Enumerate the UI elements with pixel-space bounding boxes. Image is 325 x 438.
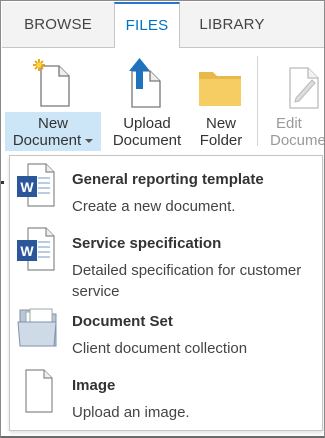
menu-item-general-reporting-template[interactable]: W General reporting template Create a ne… [10,156,324,216]
edit-document-button[interactable]: Edit Docume [266,52,325,153]
upload-document-label-1: Upload [123,115,171,132]
new-document-label-1: New [37,115,68,132]
menu-item-title: Service specification [72,235,222,252]
ribbon-toolbar: New Document Upload Document New Folder [2,48,324,158]
upload-document-button[interactable]: Upload Document [106,52,188,153]
menu-item-title: Document Set [72,313,173,330]
menu-item-service-specification[interactable]: W Service specification Detailed specifi… [10,220,324,300]
menu-item-description: Upload an image. [72,404,190,421]
svg-text:W: W [20,243,34,259]
menu-item-title: Image [72,377,116,394]
menu-item-image[interactable]: Image Upload an image. [10,362,324,422]
new-folder-label-1: New [205,115,236,132]
new-document-label-2: Document [5,132,101,149]
upload-document-icon [129,58,161,108]
screenshot-frame: BROWSE FILES LIBRARY New Document Upload… [0,0,325,438]
menu-item-description: Create a new document. [72,198,236,215]
folder-icon [199,72,241,106]
new-folder-button[interactable]: New Folder [192,52,250,153]
new-document-button[interactable]: New Document [5,52,101,153]
ribbon-separator [257,56,258,146]
svg-text:W: W [20,179,34,195]
edit-document-label-2: Docume [270,132,325,149]
tab-files[interactable]: FILES [114,2,180,49]
new-document-icon [33,59,70,107]
blank-page-icon [25,369,53,413]
word-doc-icon: W [17,163,55,207]
page-edge-mark [1,181,4,184]
menu-item-description: Client document collection [72,340,248,357]
menu-item-title: General reporting template [72,171,264,188]
edit-document-icon [289,67,319,109]
new-document-dropdown: W General reporting template Create a ne… [9,155,323,431]
word-doc-icon: W [17,227,55,271]
chevron-down-icon [85,139,94,143]
edit-document-label-1: Edit [276,115,302,132]
document-set-icon [17,308,57,347]
menu-item-description: Detailed specification for customer serv… [72,262,302,300]
new-folder-label-2: Folder [199,132,243,149]
tab-browse[interactable]: BROWSE [2,2,114,48]
ribbon-tab-bar: BROWSE FILES LIBRARY [2,2,324,49]
menu-item-document-set[interactable]: Document Set Client document collection [10,298,324,358]
upload-document-label-2: Document [112,132,182,149]
tab-library[interactable]: LIBRARY [180,2,284,48]
